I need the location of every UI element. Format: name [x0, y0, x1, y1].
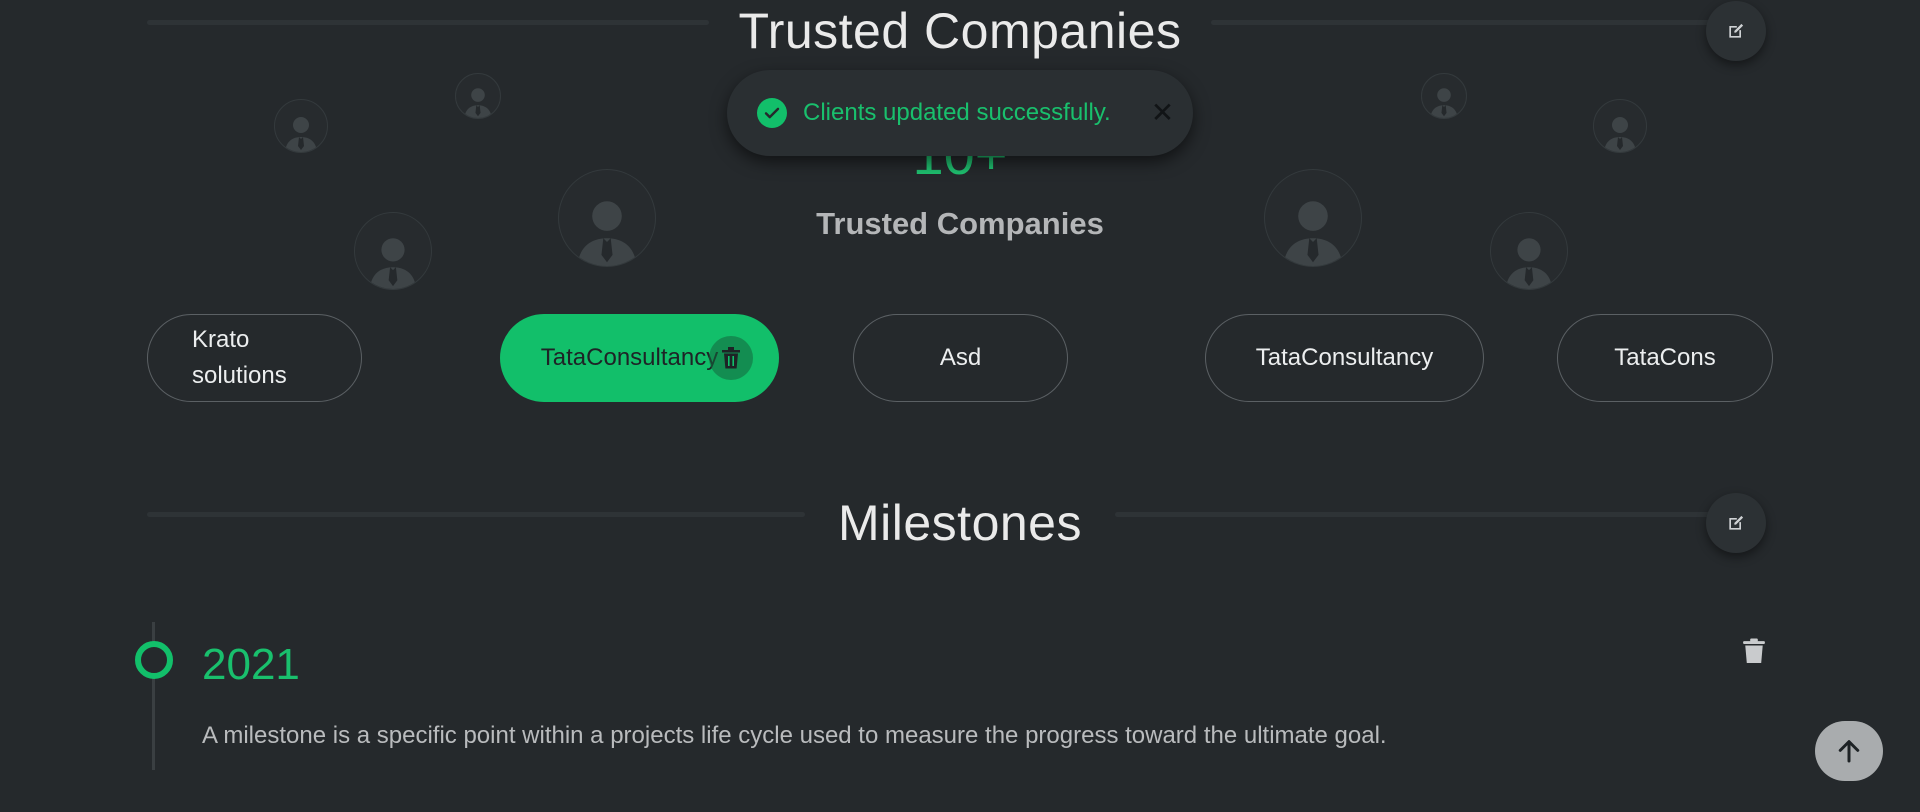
- client-name: TataConsultancy: [1255, 344, 1434, 371]
- delete-client-button[interactable]: [709, 336, 753, 380]
- client-pill-selected[interactable]: TataConsultancy: [500, 314, 779, 402]
- avatar: [455, 73, 501, 119]
- success-toast: Clients updated successfully. ✕: [727, 70, 1193, 156]
- delete-milestone-button[interactable]: [1742, 637, 1766, 670]
- milestone-description: A milestone is a specific point within a…: [202, 722, 1387, 749]
- close-icon[interactable]: ✕: [1151, 99, 1174, 127]
- milestones-title: Milestones: [838, 495, 1082, 551]
- client-pill[interactable]: Asd: [853, 314, 1068, 402]
- arrow-up-icon: [1838, 740, 1860, 763]
- trusted-companies-title: Trusted Companies: [738, 3, 1182, 59]
- client-name: Krato solutions: [192, 326, 287, 389]
- trash-icon: [722, 347, 740, 369]
- edit-icon: [1729, 23, 1744, 38]
- trash-icon: [1743, 638, 1765, 663]
- scroll-to-top-button[interactable]: [1815, 721, 1883, 781]
- avatar: [1421, 73, 1467, 119]
- client-name: Asd: [939, 344, 982, 371]
- client-pill[interactable]: Krato solutions: [147, 314, 362, 402]
- check-icon: [757, 98, 787, 128]
- edit-icon: [1729, 515, 1744, 530]
- client-pill[interactable]: TataCons: [1557, 314, 1773, 402]
- user-avatar-icon: [1430, 88, 1458, 118]
- milestone-year: 2021: [202, 640, 300, 689]
- toast-message: Clients updated successfully.: [803, 99, 1111, 126]
- timeline-dot: [135, 641, 173, 679]
- edit-milestones-button[interactable]: [1706, 493, 1766, 553]
- client-pill[interactable]: TataConsultancy: [1205, 314, 1484, 402]
- client-name: TataConsultancy: [540, 344, 719, 371]
- edit-trusted-button[interactable]: [1706, 1, 1766, 61]
- trusted-count-label: Trusted Companies: [816, 206, 1104, 241]
- client-name: TataCons: [1614, 344, 1716, 371]
- user-avatar-icon: [464, 88, 492, 118]
